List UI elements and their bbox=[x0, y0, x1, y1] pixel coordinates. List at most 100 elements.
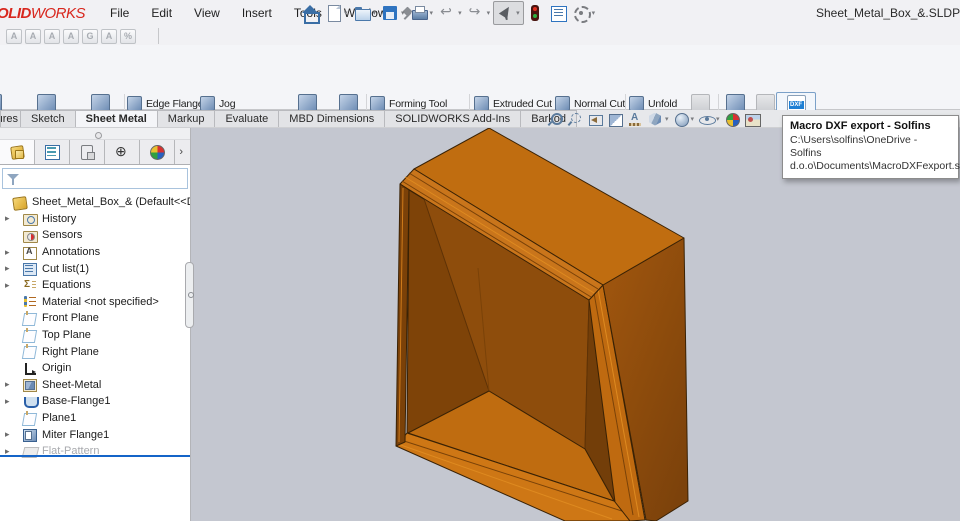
dropdown-caret-icon[interactable]: ▾ bbox=[516, 9, 520, 17]
text-tool-4-button[interactable]: A bbox=[63, 28, 79, 44]
dropdown-caret-icon[interactable]: ▾ bbox=[344, 9, 348, 17]
tab-evaluate[interactable]: Evaluate bbox=[214, 110, 280, 127]
ribbon-button-icon bbox=[629, 96, 644, 111]
tree-item-sensors[interactable]: Sensors bbox=[0, 227, 190, 244]
dropdown-caret-icon[interactable]: ▾ bbox=[716, 115, 720, 123]
menu-bar: OLIDWORKS File Edit View Insert Tools Window … bbox=[0, 0, 960, 26]
tree-item-sheet-metal[interactable]: ▸ Sheet-Metal bbox=[0, 377, 190, 394]
expand-arrow-icon[interactable]: ▸ bbox=[5, 429, 10, 440]
rebuild-button[interactable] bbox=[524, 1, 547, 25]
displaymanager-tab[interactable] bbox=[140, 140, 175, 164]
menu-file[interactable]: File bbox=[99, 0, 140, 26]
panel-tabs: › bbox=[0, 140, 190, 165]
edit-appearance-button[interactable] bbox=[725, 112, 740, 127]
dropdown-caret-icon[interactable]: ▾ bbox=[691, 115, 695, 123]
dropdown-caret-icon[interactable]: ▾ bbox=[592, 9, 596, 17]
select-button[interactable]: ▾ bbox=[493, 1, 524, 25]
document-title: Sheet_Metal_Box_&.SLDPRT bbox=[816, 6, 960, 20]
tree-item-front-plane[interactable]: Front Plane bbox=[0, 310, 190, 327]
expand-arrow-icon[interactable]: ▸ bbox=[5, 213, 10, 224]
tab-sketch[interactable]: Sketch bbox=[20, 110, 76, 127]
tree-item-cut-list[interactable]: ▸ Cut list(1) bbox=[0, 260, 190, 277]
zoom-to-fit-button[interactable] bbox=[548, 112, 563, 127]
panel-splitter-handle[interactable] bbox=[0, 128, 190, 140]
expand-arrow-icon[interactable]: ▸ bbox=[5, 379, 10, 390]
menu-insert[interactable]: Insert bbox=[231, 0, 283, 26]
hide-show-items-button[interactable]: ▾ bbox=[699, 112, 720, 127]
panel-tabs-more-button[interactable]: › bbox=[175, 140, 190, 164]
expand-arrow-slot: ▸ bbox=[5, 396, 23, 407]
dropdown-caret-icon[interactable]: ▾ bbox=[430, 9, 434, 17]
rollback-bar[interactable] bbox=[0, 455, 190, 457]
print-button[interactable]: ▾ bbox=[408, 1, 437, 25]
expand-arrow-icon[interactable]: ▸ bbox=[5, 396, 10, 407]
tab-features[interactable]: Features bbox=[0, 110, 21, 127]
home-button[interactable] bbox=[299, 1, 322, 25]
section-view-button[interactable] bbox=[608, 112, 623, 127]
unlink-button[interactable]: % bbox=[120, 28, 136, 44]
save-button[interactable]: ▾ bbox=[379, 1, 408, 25]
tree-item-history[interactable]: ▸ History bbox=[0, 211, 190, 228]
tree-item-icon bbox=[23, 279, 37, 292]
tree-item-right-plane[interactable]: Right Plane bbox=[0, 343, 190, 360]
tooltip-title: Macro DXF export - Solfins bbox=[790, 120, 931, 132]
dropdown-caret-icon[interactable]: ▾ bbox=[401, 9, 405, 17]
text-tool-1-button[interactable]: A bbox=[6, 28, 22, 44]
dynamic-annotation-views-button[interactable] bbox=[628, 112, 643, 127]
tree-item-annotations[interactable]: ▸ Annotations bbox=[0, 244, 190, 261]
tree-item-plane1[interactable]: Plane1 bbox=[0, 410, 190, 427]
tree-item-top-plane[interactable]: Top Plane bbox=[0, 327, 190, 344]
menu-view[interactable]: View bbox=[183, 0, 231, 26]
tab-sheet-metal[interactable]: Sheet Metal bbox=[74, 110, 158, 127]
propertymanager-tab[interactable] bbox=[35, 140, 70, 164]
dropdown-caret-icon[interactable]: ▾ bbox=[458, 9, 462, 17]
settings-button[interactable]: ▾ bbox=[570, 1, 599, 25]
dropdown-caret-icon[interactable]: ▾ bbox=[665, 115, 669, 123]
tree-item-label: Sheet-Metal bbox=[42, 378, 102, 391]
ribbon-button-icon bbox=[555, 96, 570, 111]
open-button[interactable]: ▾ bbox=[351, 1, 380, 25]
headsup-icon bbox=[699, 112, 717, 127]
toolbar-icon-glyph: A bbox=[67, 31, 75, 41]
tab-markup[interactable]: Markup bbox=[156, 110, 216, 127]
view-orientation-button[interactable]: ▾ bbox=[648, 112, 669, 127]
expand-arrow-icon[interactable]: ▸ bbox=[5, 263, 10, 274]
dropdown-caret-icon[interactable]: ▾ bbox=[373, 9, 377, 17]
text-tool-2-button[interactable]: A bbox=[25, 28, 41, 44]
feature-tree-filter-input[interactable] bbox=[22, 170, 187, 187]
expand-arrow-icon[interactable]: ▸ bbox=[5, 247, 10, 258]
zoom-to-area-button[interactable] bbox=[568, 112, 583, 127]
tree-item-miter-flange1[interactable]: ▸ Miter Flange1 bbox=[0, 426, 190, 443]
undo-button[interactable]: ▾ bbox=[436, 1, 465, 25]
panel-resize-handle[interactable] bbox=[185, 262, 194, 328]
ocr-text-button[interactable]: A bbox=[101, 28, 117, 44]
tree-item-base-flange1[interactable]: ▸ Base-Flange1 bbox=[0, 393, 190, 410]
tree-item-equations[interactable]: ▸ Equations bbox=[0, 277, 190, 294]
headsup-icon bbox=[568, 112, 583, 127]
copy-format-button[interactable]: G bbox=[82, 28, 98, 44]
dimxpertmanager-tab[interactable] bbox=[105, 140, 140, 164]
featuremanager-tab[interactable] bbox=[0, 140, 35, 164]
tab-mbd-dimensions[interactable]: MBD Dimensions bbox=[278, 110, 386, 127]
redo-button[interactable]: ▾ bbox=[465, 1, 494, 25]
tree-item-flat-pattern[interactable]: ▸ Flat-Pattern bbox=[0, 443, 190, 460]
expand-arrow-icon[interactable]: ▸ bbox=[5, 280, 10, 291]
configurationmanager-tab[interactable] bbox=[70, 140, 105, 164]
tab-solidworks-add-ins[interactable]: SOLIDWORKS Add-Ins bbox=[384, 110, 522, 127]
new-document-button[interactable]: ▾ bbox=[322, 1, 351, 25]
menu-edit[interactable]: Edit bbox=[140, 0, 183, 26]
dropdown-caret-icon[interactable]: ▾ bbox=[487, 9, 491, 17]
previous-view-button[interactable] bbox=[588, 112, 603, 127]
tree-item-origin[interactable]: Origin bbox=[0, 360, 190, 377]
text-tool-3-button[interactable]: A bbox=[44, 28, 60, 44]
tree-item-label: Annotations bbox=[42, 246, 101, 259]
tree-item-material[interactable]: Material <not specified> bbox=[0, 294, 190, 311]
tree-item-root[interactable]: Sheet_Metal_Box_& (Default<<Default> bbox=[0, 194, 190, 211]
display-style-button[interactable]: ▾ bbox=[674, 112, 695, 127]
tab-label: Markup bbox=[167, 113, 205, 125]
ribbon-button-icon bbox=[127, 96, 142, 111]
options-button[interactable] bbox=[547, 1, 570, 25]
apply-scene-button[interactable] bbox=[744, 112, 761, 127]
tree-item-icon bbox=[23, 395, 39, 408]
quickbar-icon bbox=[302, 5, 320, 24]
